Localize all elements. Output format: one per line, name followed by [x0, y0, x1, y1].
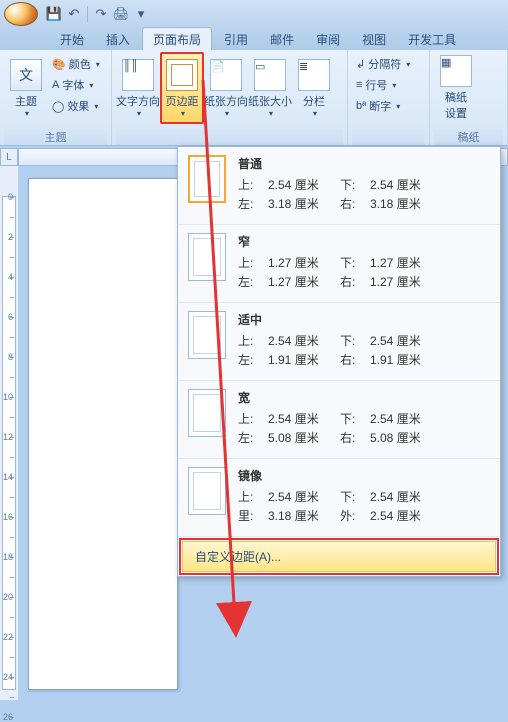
preset-info: 宽上:2.54 厘米下:2.54 厘米左:5.08 厘米右:5.08 厘米: [238, 389, 490, 448]
columns-button[interactable]: ≣ 分栏▾: [292, 52, 336, 124]
line-numbers-button[interactable]: ≡行号▾: [356, 75, 410, 95]
preset-info: 窄上:1.27 厘米下:1.27 厘米左:1.27 厘米右:1.27 厘米: [238, 233, 490, 292]
theme-colors[interactable]: 🎨颜色▾: [52, 54, 100, 74]
qat-undo[interactable]: ↶: [64, 4, 84, 24]
title-bar: 💾 ↶ ↷ 🖨 ▾: [0, 0, 508, 28]
preset-title: 普通: [238, 155, 490, 172]
qat-save[interactable]: 💾: [44, 4, 64, 24]
preset-info: 适中上:2.54 厘米下:2.54 厘米左:1.91 厘米右:1.91 厘米: [238, 311, 490, 370]
breaks-icon: ↲: [356, 58, 365, 71]
margins-preset-mirror[interactable]: 镜像上:2.54 厘米下:2.54 厘米里:3.18 厘米外:2.54 厘米: [178, 459, 500, 537]
preset-thumb-icon: [188, 311, 226, 359]
tab-references[interactable]: 引用: [214, 28, 258, 50]
columns-icon: ≣: [298, 59, 330, 91]
margins-preset-normal[interactable]: 普通上:2.54 厘米下:2.54 厘米左:3.18 厘米右:3.18 厘米: [178, 147, 500, 225]
theme-fonts[interactable]: A字体▾: [52, 75, 100, 95]
tab-mailings[interactable]: 邮件: [260, 28, 304, 50]
tab-review[interactable]: 审阅: [306, 28, 350, 50]
margins-preset-wide[interactable]: 宽上:2.54 厘米下:2.54 厘米左:5.08 厘米右:5.08 厘米: [178, 381, 500, 459]
group-label-manuscript: 稿纸: [434, 129, 503, 145]
themes-button[interactable]: 文 主题▾: [4, 52, 48, 124]
group-label-theme: 主题: [4, 129, 107, 145]
line-num-icon: ≡: [356, 79, 362, 91]
effects-icon: ◯: [52, 100, 64, 113]
qat-redo[interactable]: ↷: [91, 4, 111, 24]
theme-effects[interactable]: ◯效果▾: [52, 96, 100, 116]
tab-page-layout[interactable]: 页面布局: [142, 27, 212, 50]
vertical-ruler-gutter: 02468101214161820222426: [0, 166, 18, 700]
tab-developer[interactable]: 开发工具: [398, 28, 466, 50]
text-direction-button[interactable]: ║║ 文字方向▾: [116, 52, 160, 124]
colors-icon: 🎨: [52, 58, 66, 71]
margins-icon: [166, 59, 198, 91]
preset-title: 窄: [238, 233, 490, 250]
margins-preset-narrow[interactable]: 窄上:1.27 厘米下:1.27 厘米左:1.27 厘米右:1.27 厘米: [178, 225, 500, 303]
hyphenation-button[interactable]: bª断字▾: [356, 96, 410, 116]
ribbon: 文 主题▾ 🎨颜色▾ A字体▾ ◯效果▾ 主题 ║║ 文字方向▾ 页边距▾ 📄: [0, 50, 508, 146]
custom-margins-button[interactable]: 自定义边距(A)...: [182, 541, 496, 572]
preset-info: 镜像上:2.54 厘米下:2.54 厘米里:3.18 厘米外:2.54 厘米: [238, 467, 490, 526]
orientation-icon: 📄: [210, 59, 242, 91]
preset-thumb-icon: [188, 155, 226, 203]
qat-customize[interactable]: ▾: [131, 4, 151, 24]
preset-thumb-icon: [188, 467, 226, 515]
qat-separator: [87, 6, 88, 22]
qat-print[interactable]: 🖨: [111, 4, 131, 24]
size-icon: ▭: [254, 59, 286, 91]
preset-title: 宽: [238, 389, 490, 406]
preset-thumb-icon: [188, 389, 226, 437]
preset-title: 镜像: [238, 467, 490, 484]
text-direction-icon: ║║: [122, 59, 154, 91]
hyphen-icon: bª: [356, 100, 366, 112]
margins-button[interactable]: 页边距▾: [160, 52, 204, 124]
orientation-button[interactable]: 📄 纸张方向▾: [204, 52, 248, 124]
fonts-icon: A: [52, 79, 59, 91]
office-button[interactable]: [4, 2, 38, 26]
themes-icon: 文: [10, 59, 42, 91]
tab-insert[interactable]: 插入: [96, 28, 140, 50]
preset-title: 适中: [238, 311, 490, 328]
vertical-ruler[interactable]: 02468101214161820222426: [2, 196, 16, 690]
margins-dropdown: 普通上:2.54 厘米下:2.54 厘米左:3.18 厘米右:3.18 厘米窄上…: [177, 146, 501, 577]
manuscript-icon: ▦: [440, 55, 472, 87]
tab-home[interactable]: 开始: [50, 28, 94, 50]
group-label-page-setup: [116, 129, 343, 145]
margins-preset-moderate[interactable]: 适中上:2.54 厘米下:2.54 厘米左:1.91 厘米右:1.91 厘米: [178, 303, 500, 381]
size-button[interactable]: ▭ 纸张大小▾: [248, 52, 292, 124]
document-page[interactable]: [28, 178, 178, 690]
breaks-button[interactable]: ↲分隔符▾: [356, 54, 410, 74]
manuscript-button[interactable]: ▦ 稿纸 设置: [434, 52, 478, 124]
tab-view[interactable]: 视图: [352, 28, 396, 50]
ribbon-tabs: 开始 插入 页面布局 引用 邮件 审阅 视图 开发工具: [0, 28, 508, 50]
preset-thumb-icon: [188, 233, 226, 281]
preset-info: 普通上:2.54 厘米下:2.54 厘米左:3.18 厘米右:3.18 厘米: [238, 155, 490, 214]
group-label-breaks: [352, 129, 425, 145]
ruler-corner[interactable]: L: [0, 148, 18, 166]
